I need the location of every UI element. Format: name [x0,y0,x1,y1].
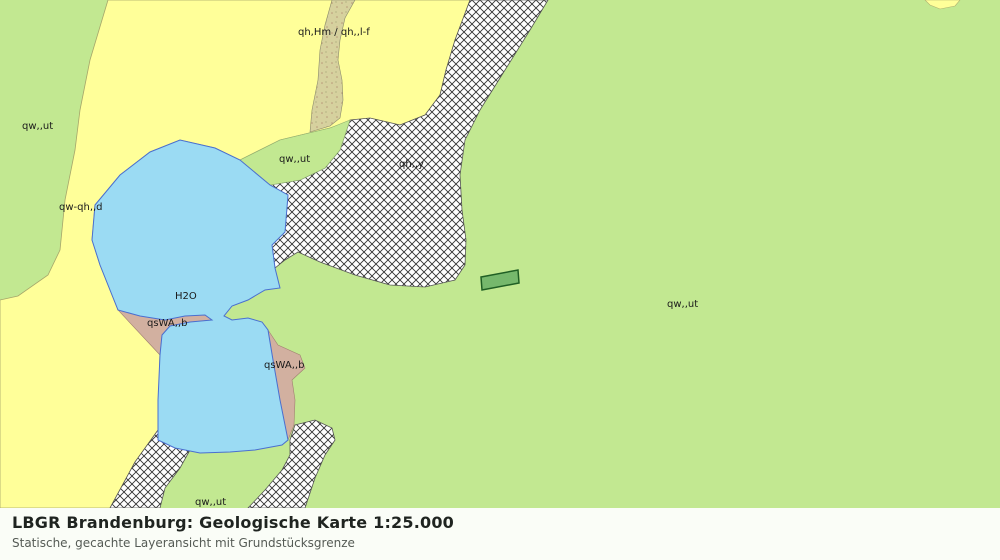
label-qwut-mid: qw,,ut [279,154,310,165]
label-qwqhd: qw-qh,,d [59,202,103,213]
label-qhhm: qh,Hm / qh,,l-f [298,27,370,38]
geologic-map[interactable]: qw,,ut qh,Hm / qh,,l-f qw,,ut qh,,y qw-q… [0,0,1000,508]
label-qwut-bottom: qw,,ut [195,497,226,508]
map-footer: LBGR Brandenburg: Geologische Karte 1:25… [0,508,1000,560]
map-subtitle: Statische, gecachte Layeransicht mit Gru… [12,536,355,550]
label-qhy: qh,,y [399,159,424,170]
label-qswa-1: qsWA,,b [147,318,187,329]
label-h2o: H2O [175,291,197,302]
label-qwut-left: qw,,ut [22,121,53,132]
map-canvas: qw,,ut qh,Hm / qh,,l-f qw,,ut qh,,y qw-q… [0,0,1000,508]
label-qwut-right: qw,,ut [667,299,698,310]
label-qswa-2: qsWA,,b [264,360,304,371]
map-title: LBGR Brandenburg: Geologische Karte 1:25… [12,513,454,532]
